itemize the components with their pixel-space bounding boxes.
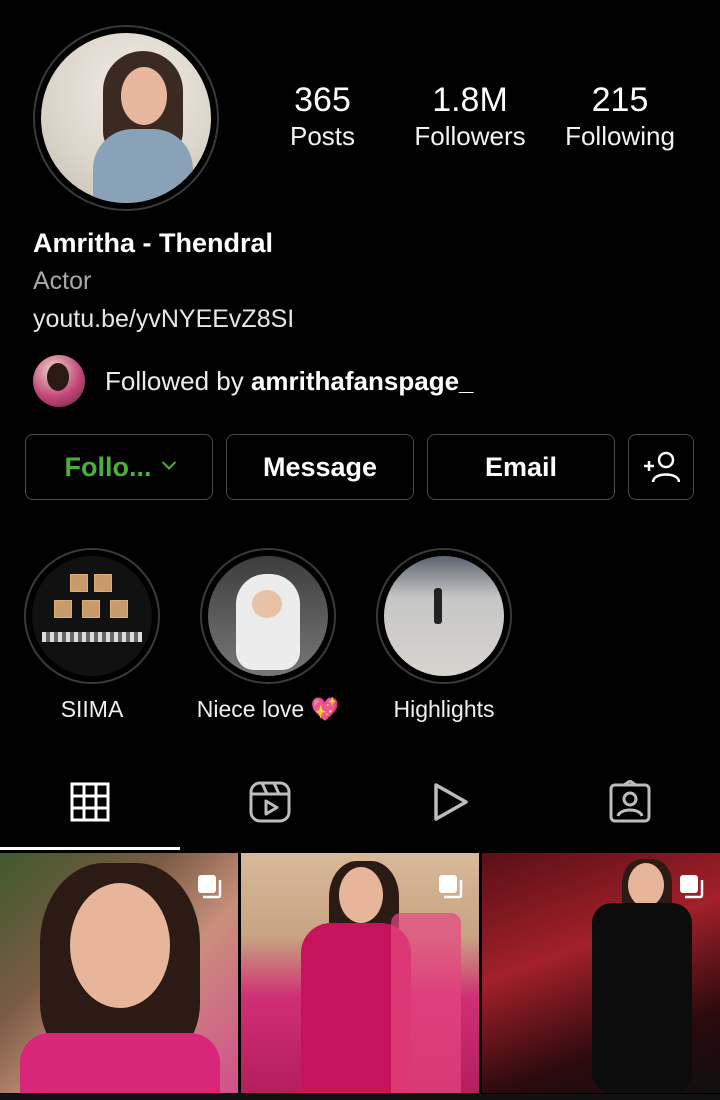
post-thumbnail[interactable] — [482, 853, 720, 1093]
carousel-icon — [198, 875, 222, 899]
highlight-label: Niece love 💖 — [196, 696, 340, 722]
followed-by-username[interactable]: amrithafanspage_ — [251, 366, 474, 396]
tab-videos[interactable] — [360, 770, 540, 834]
add-user-icon — [644, 451, 680, 483]
tab-reels[interactable] — [180, 770, 360, 834]
tagged-icon — [609, 780, 651, 823]
followed-by-row[interactable]: Followed by amrithafanspage_ — [33, 355, 474, 407]
following-label: Following — [565, 121, 675, 151]
highlight-ring — [24, 548, 160, 684]
email-button-label: Email — [484, 451, 558, 482]
following-dropdown-button[interactable]: Follo... — [25, 434, 213, 500]
chevron-down-icon — [161, 455, 176, 470]
highlight-siima[interactable]: SIIMA — [24, 548, 160, 723]
followers-stat[interactable]: 1.8M Followers — [405, 80, 535, 152]
grid-icon — [70, 782, 110, 822]
followed-by-prefix: Followed by — [105, 365, 251, 396]
highlight-cover — [384, 556, 504, 676]
highlight-cover — [32, 556, 152, 676]
highlight-ring — [200, 548, 336, 684]
following-button-label: Follo... — [64, 451, 152, 482]
posts-grid — [0, 853, 720, 1100]
highlight-label: Highlights — [393, 696, 495, 722]
reels-icon — [249, 781, 291, 823]
profile-tabs — [0, 770, 720, 850]
tab-tagged[interactable] — [540, 770, 720, 834]
profile-category: Actor — [33, 267, 92, 295]
play-icon — [434, 783, 468, 821]
next-row-edge — [0, 1094, 720, 1100]
highlight-label: SIIMA — [60, 696, 124, 722]
profile-avatar-ring[interactable] — [33, 25, 219, 211]
post-thumbnail[interactable] — [0, 853, 238, 1093]
email-button[interactable]: Email — [427, 434, 615, 500]
follower-avatar — [33, 355, 85, 407]
profile-link[interactable]: youtu.be/yvNYEEvZ8SI — [33, 305, 294, 334]
message-button[interactable]: Message — [226, 434, 414, 500]
tab-posts-grid[interactable] — [0, 770, 180, 834]
highlight-ring — [376, 548, 512, 684]
highlight-cover — [208, 556, 328, 676]
highlight-niece-love[interactable]: Niece love 💖 — [197, 548, 339, 723]
followed-by-text: Followed by amrithafanspage_ — [105, 366, 474, 397]
carousel-icon — [439, 875, 463, 899]
followers-label: Followers — [414, 121, 526, 151]
post-thumbnail[interactable] — [241, 853, 479, 1093]
posts-count: 365 — [294, 81, 351, 119]
following-stat[interactable]: 215 Following — [555, 80, 685, 152]
highlight-highlights[interactable]: Highlights — [376, 548, 512, 723]
suggested-users-button[interactable] — [628, 434, 694, 500]
posts-stat[interactable]: 365 Posts — [270, 80, 375, 152]
posts-label: Posts — [289, 121, 356, 151]
message-button-label: Message — [262, 451, 378, 482]
profile-avatar[interactable] — [41, 33, 211, 203]
profile-name: Amritha - Thendral — [33, 228, 274, 258]
following-count: 215 — [591, 81, 649, 119]
active-tab-indicator — [0, 847, 180, 850]
carousel-icon — [680, 875, 704, 899]
followers-count: 1.8M — [432, 81, 508, 119]
